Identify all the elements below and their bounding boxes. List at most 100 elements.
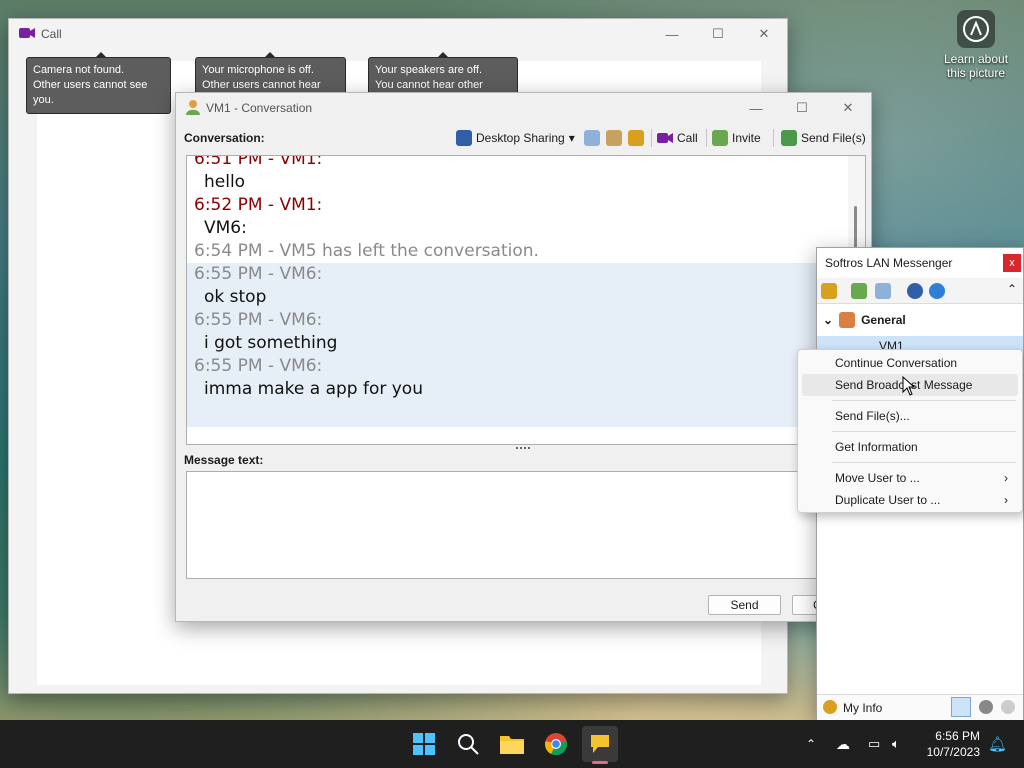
dropdown-arrow-icon: ▾ [568,131,575,145]
close-button[interactable]: ✕ [741,19,787,49]
minimize-button[interactable]: — [733,93,779,123]
close-button[interactable]: x [1003,254,1021,272]
clock-time: 6:56 PM [935,729,980,743]
maximize-button[interactable]: ☐ [779,93,825,123]
learn-line1: Learn about [943,52,1009,66]
send-files-button[interactable]: Send File(s) [781,127,866,149]
video-camera-icon [19,27,35,42]
menu-get-information[interactable]: Get Information [802,436,1018,458]
send-file-icon [781,130,797,146]
settings-icon[interactable] [821,283,837,299]
windows-icon [413,733,435,755]
lan-toolbar: ⌃ [817,278,1023,304]
conversation-history[interactable]: 6:51 PM - VM1: hello 6:52 PM - VM1: VM6: 6:5… [186,155,866,445]
camera-tooltip: Camera not found. Other users cannot see… [26,52,171,114]
menu-duplicate-user[interactable]: Duplicate User to ... › [802,489,1018,511]
camera-info-icon [957,10,995,48]
status-offline-icon[interactable] [1001,700,1015,714]
menu-send-files[interactable]: Send File(s)... [802,405,1018,427]
start-button[interactable] [406,726,442,762]
taskbar: ⌃ ☁ ▭ 🔈︎ 6:56 PM 10/7/2023 🔔︎ [0,720,1024,768]
chrome-icon [545,733,567,756]
group-general[interactable]: ⌄ General [823,312,906,328]
notification-bell-icon[interactable]: 🔔︎ [988,720,1007,768]
message-item: 6:51 PM - VM1: hello [187,155,850,194]
status-online-icon[interactable] [951,697,971,717]
desktop-sharing-button[interactable]: Desktop Sharing ▾ [456,127,575,149]
message-item: 6:55 PM - VM6: i got something [187,309,850,355]
menu-continue-conversation[interactable]: Continue Conversation [802,352,1018,374]
learn-line2: this picture [946,66,1006,80]
file-explorer-button[interactable] [494,726,530,762]
conversation-toolbar: Conversation: Desktop Sharing ▾ Call Inv… [176,127,871,149]
message-header: 6:51 PM - VM1: [194,155,323,169]
chevron-down-icon: ⌄ [823,313,834,327]
conversation-window: VM1 - Conversation — ☐ ✕ Conversation: D… [175,92,872,622]
chrome-button[interactable] [538,726,574,762]
user-icon [186,99,200,118]
message-body: hello [204,172,246,192]
lan-messenger-taskbar-button[interactable] [582,726,618,764]
help-icon[interactable] [907,283,923,299]
group-icon [839,312,856,328]
message-header: 6:55 PM - VM6: [194,356,323,376]
chat-bubble-icon [591,735,609,753]
pane-splitter[interactable] [516,447,530,450]
message-item: 6:52 PM - VM1: VM6: [187,194,850,240]
volume-icon[interactable]: 🔈︎ [892,720,900,768]
search-icon [458,734,479,755]
message-item: 6:55 PM - VM6: imma make a app for you [187,355,850,401]
search-button[interactable] [450,726,486,762]
user-list-icon[interactable] [606,130,622,146]
network-icon[interactable]: ▭ [868,720,880,768]
info-icon[interactable] [929,283,945,299]
message-header: 6:55 PM - VM6: [194,264,323,284]
user-context-menu: Continue Conversation Send Broadcast Mes… [797,349,1023,513]
message-text-label: Message text: [184,453,264,467]
log-icon[interactable] [584,130,600,146]
call-window-title: Call [41,27,62,41]
add-user-icon [712,130,728,146]
message-item: 6:55 PM - VM6: ok stop [187,263,850,309]
my-info-button[interactable]: My Info [843,701,882,715]
call-button[interactable]: Call [657,127,698,149]
video-camera-icon [657,133,673,143]
user-icon [823,700,837,714]
status-away-icon[interactable] [979,700,993,714]
learn-about-picture-shortcut[interactable]: Learn about this picture [940,10,1012,80]
conversation-titlebar[interactable]: VM1 - Conversation — ☐ ✕ [176,93,871,123]
message-list: 6:51 PM - VM1: hello 6:52 PM - VM1: VM6: 6:5… [187,155,850,427]
onedrive-icon[interactable]: ☁ [836,720,850,768]
lan-status-bar: My Info [817,694,1023,720]
close-button[interactable]: ✕ [825,93,871,123]
message-header: 6:52 PM - VM1: [194,195,323,215]
folder-icon[interactable] [851,283,867,299]
message-body: i got something [204,333,338,353]
send-button[interactable]: Send [708,595,781,615]
call-titlebar[interactable]: Call — ☐ ✕ [9,19,787,49]
conversation-title: VM1 - Conversation [206,101,313,115]
message-body: VM6: [204,218,247,238]
chevron-right-icon: › [1004,493,1008,507]
desktop-sharing-icon [456,130,472,146]
clock[interactable]: 6:56 PM 10/7/2023 [927,728,980,760]
chevron-right-icon: › [1004,471,1008,485]
message-item: 6:54 PM - VM5 has left the conversation. [187,240,850,263]
message-header: 6:54 PM - VM5 has left the conversation. [194,241,539,261]
message-body: imma make a app for you [204,379,423,399]
message-input[interactable] [186,471,866,579]
log-icon[interactable] [875,283,891,299]
collapse-icon[interactable]: ⌃ [1007,282,1017,296]
mouse-cursor-icon [902,376,916,396]
invite-button[interactable]: Invite [712,127,761,149]
settings-icon[interactable] [628,130,644,146]
conversation-label: Conversation: [184,131,265,145]
clock-date: 10/7/2023 [926,745,980,759]
show-hidden-icons-button[interactable]: ⌃ [806,720,816,768]
maximize-button[interactable]: ☐ [695,19,741,49]
message-header: 6:55 PM - VM6: [194,310,323,330]
menu-move-user[interactable]: Move User to ... › [802,467,1018,489]
minimize-button[interactable]: — [649,19,695,49]
folder-icon [500,736,524,754]
lan-messenger-title: Softros LAN Messenger [825,256,953,270]
